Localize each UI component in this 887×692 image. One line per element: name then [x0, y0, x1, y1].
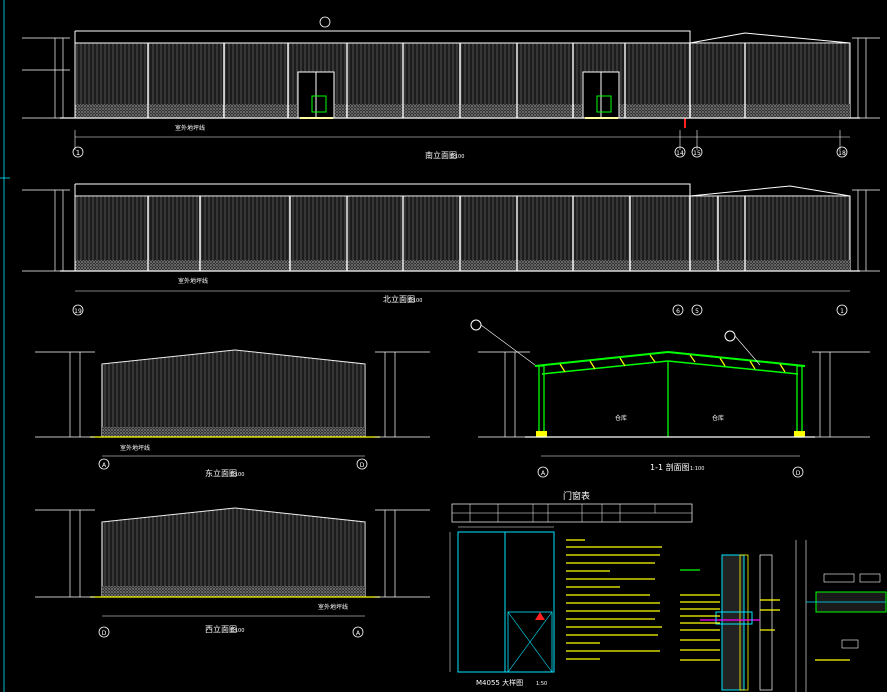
room-label: 仓库	[615, 414, 627, 422]
drawing-frame	[0, 0, 10, 692]
scale-label: 1:50	[536, 681, 547, 687]
ground-note: 室外地坪线	[120, 444, 150, 452]
axis-label: 14	[676, 150, 684, 157]
ground-note: 室外地坪线	[318, 603, 348, 611]
axis-label: 18	[838, 150, 846, 157]
axis-label: D	[360, 462, 365, 469]
west-elevation: D A 室外地坪线 西立面图 1:100	[35, 507, 430, 638]
axis-label: 6	[676, 308, 680, 315]
general-notes	[566, 539, 662, 660]
door-detail: M4055 大样图 1:50	[449, 526, 555, 687]
door-schedule-title: 门窗表	[563, 490, 590, 502]
room-label: 仓库	[712, 414, 724, 422]
east-elevation: A D 室外地坪线 东立面图 1:100	[35, 349, 430, 478]
south-elevation: 1 14 15 18 室外地坪线 南立面图 1:100	[22, 16, 880, 160]
cad-drawing-canvas: 1 14 15 18 室外地坪线 南立面图 1:100 19 6 5 1 室外地…	[0, 0, 887, 692]
scale-label: 1:100	[230, 628, 244, 634]
scale-label: 1:100	[408, 298, 422, 304]
scale-label: 1:100	[450, 154, 464, 160]
axis-label: A	[102, 462, 107, 469]
ground-note: 室外地坪线	[175, 124, 205, 132]
axis-label: D	[102, 630, 107, 637]
axis-label: A	[541, 470, 546, 477]
axis-label: 19	[74, 308, 82, 315]
axis-label: 1	[76, 149, 80, 157]
north-elevation: 19 6 5 1 室外地坪线 北立面图 1:100	[22, 183, 880, 316]
ground-note: 室外地坪线	[178, 277, 208, 285]
wall-detail	[680, 540, 887, 692]
section-title: 1-1 剖面图	[650, 462, 690, 472]
axis-label: 5	[695, 308, 699, 315]
scale-label: 1:100	[230, 472, 244, 478]
axis-label: 15	[693, 150, 701, 157]
scale-label: 1:100	[690, 466, 704, 472]
axis-label: A	[356, 630, 361, 637]
axis-label: 1	[840, 308, 844, 315]
axis-label: D	[796, 470, 801, 477]
section-1-1: A D 仓库 仓库 1-1 剖面图 1:100	[470, 319, 870, 478]
south-door-2	[582, 71, 620, 119]
door-schedule: 门窗表	[451, 490, 693, 523]
door-detail-title: M4055 大样图	[476, 678, 523, 687]
south-door-1	[297, 71, 335, 119]
